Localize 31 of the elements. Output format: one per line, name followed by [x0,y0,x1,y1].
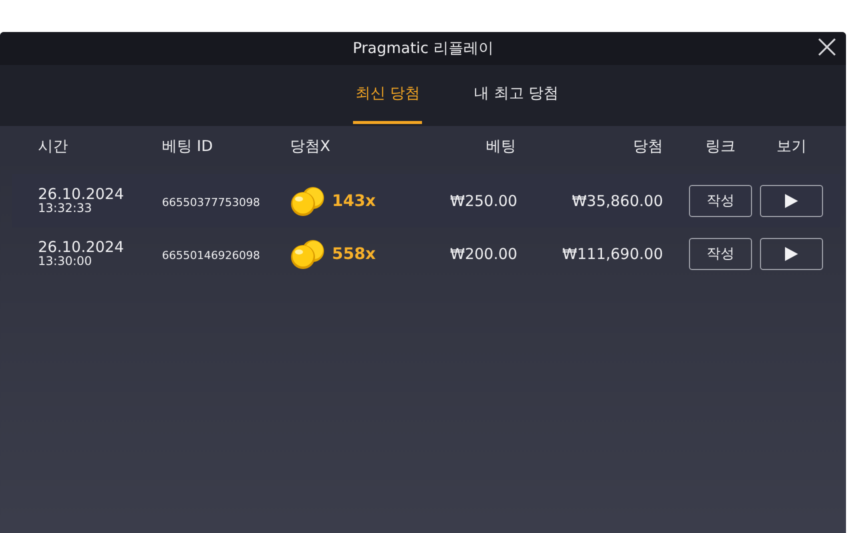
table-cell: 66550377753098 [162,196,260,209]
close-icon [818,38,836,56]
table-cell: ₩250.00 [450,192,518,210]
play-button[interactable] [760,184,823,216]
table-cell: ₩35,860.00 [572,192,663,210]
link-button[interactable]: 작성 [689,238,752,270]
date-text: 26.10.2024 [38,240,125,254]
coins-icon [290,238,326,270]
column-header: 링크 [706,136,736,154]
column-header: 당첨X [290,136,330,154]
time-text: 13:32:33 [38,202,93,214]
multiplier-text: 143x [332,191,376,210]
column-header: 당첨 [633,136,663,154]
play-icon [785,194,798,208]
multiplier-text: 558x [332,244,376,263]
coins-icon [290,184,326,216]
close-button[interactable] [818,38,836,56]
table-cell: ₩111,690.00 [562,245,663,263]
table-cell: ₩200.00 [450,245,518,263]
column-header: 보기 [776,136,806,154]
column-header: 베팅 ID [162,136,213,154]
link-button[interactable]: 작성 [689,184,752,216]
window-title: Pragmatic 리플레이 [352,39,494,58]
time-text: 13:30:00 [38,254,93,268]
date-text: 26.10.2024 [38,186,125,202]
column-header: 시간 [38,136,68,154]
tab[interactable]: 내 최고 당첨 [472,65,561,124]
table-cell: 66550146926098 [162,249,260,262]
play-icon [785,246,798,260]
column-header: 베팅 [486,136,516,154]
play-button[interactable] [760,238,823,270]
